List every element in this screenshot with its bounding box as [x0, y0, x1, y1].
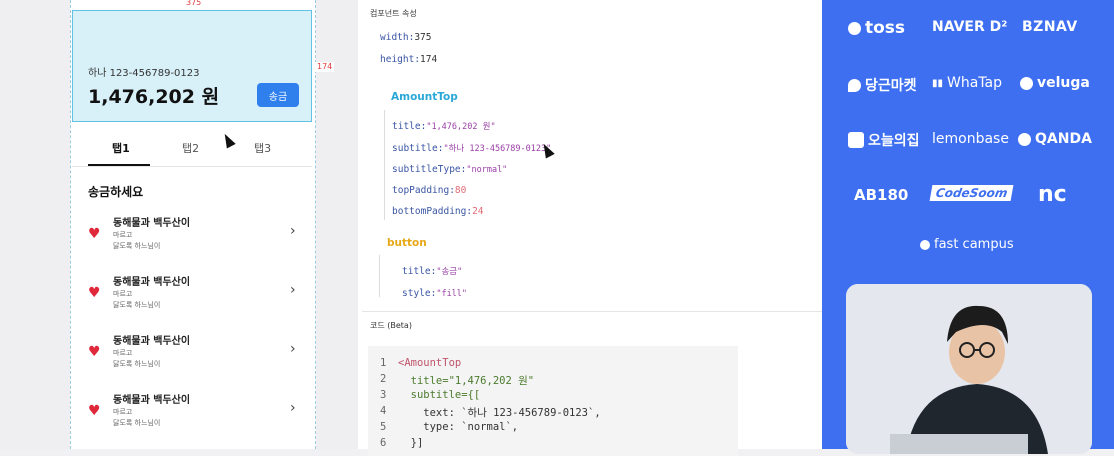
width-dimension-label: 375	[184, 0, 204, 8]
tab-2[interactable]: 탭2	[182, 140, 199, 156]
button-title-prop[interactable]: title:"송금"	[402, 259, 462, 278]
chevron-right-icon: ›	[290, 400, 296, 416]
width-prop[interactable]: width:375	[380, 32, 432, 43]
sponsor-logo-qanda: QANDA	[1018, 131, 1092, 147]
list-item[interactable]: ♥ 동해물과 백두산이 마르고 닳도록 하느님이 ›	[72, 214, 312, 266]
code-header: 코드 (Beta)	[370, 321, 412, 330]
divider	[362, 311, 822, 312]
chevron-right-icon: ›	[290, 223, 296, 239]
list-item-title: 동해물과 백두산이	[113, 395, 191, 406]
sponsor-logo-toss: toss	[848, 18, 905, 38]
properties-header: 컴포넌트 속성	[370, 9, 417, 18]
list-item-line1: 마르고	[113, 408, 133, 416]
presenter-image	[846, 284, 1092, 454]
list-item-line2: 닳도록 하느님이	[113, 301, 161, 309]
bars-icon: ▮▮	[932, 77, 944, 89]
list-item-line2: 닳도록 하느님이	[113, 419, 161, 427]
list-item-line1: 마르고	[113, 290, 133, 298]
chevron-right-icon: ›	[290, 282, 296, 298]
carrot-icon	[848, 78, 861, 92]
list-item-line1: 마르고	[113, 231, 133, 239]
presenter-webcam	[846, 284, 1092, 454]
list-item[interactable]: ♥ 동해물과 백두산이 마르고 닳도록 하느님이 ›	[72, 273, 312, 325]
heart-icon: ♥	[88, 344, 101, 360]
height-dimension-label: 174	[315, 62, 335, 72]
sponsor-logo-codesoom: CodeSoom	[929, 185, 1014, 201]
list-item-title: 동해물과 백두산이	[113, 218, 191, 229]
tab-1[interactable]: 탭1	[112, 140, 130, 156]
list-item-line2: 닳도록 하느님이	[113, 360, 161, 368]
tree-guide	[384, 110, 385, 220]
bottom-padding-prop[interactable]: bottomPadding:24	[392, 199, 484, 218]
sponsor-logo-whatap: ▮▮ WhaTap	[932, 75, 1003, 91]
title-prop[interactable]: title:"1,476,202 원"	[392, 114, 496, 133]
tab-3[interactable]: 탭3	[254, 140, 271, 156]
height-prop[interactable]: height:174	[380, 54, 437, 65]
list-item-title: 동해물과 백두산이	[113, 277, 191, 288]
sponsor-logo-veluga: veluga	[1020, 75, 1090, 91]
tree-guide	[379, 255, 380, 297]
code-block[interactable]: 1 <AmountTop 2 title="1,476,202 원" 3 sub…	[368, 346, 738, 456]
tab-bar: 탭1 탭2 탭3	[72, 132, 312, 167]
house-icon	[848, 132, 864, 148]
component-name: AmountTop	[391, 91, 458, 103]
toss-icon	[848, 21, 861, 35]
sponsor-logo-daangn: 당근마켓	[848, 75, 917, 95]
list-item-line2: 닳도록 하느님이	[113, 242, 161, 250]
sponsor-logo-lemonbase: lemonbase	[932, 131, 1009, 147]
list-item[interactable]: ♥ 동해물과 백두산이 마르고 닳도록 하느님이 ›	[72, 332, 312, 384]
sponsor-logo-bznav: BZNAV	[1022, 19, 1078, 35]
amount-title: 1,476,202 원	[88, 86, 220, 108]
section-title: 송금하세요	[88, 185, 144, 199]
list-item[interactable]: ♥ 동해물과 백두산이 마르고 닳도록 하느님이 ›	[72, 391, 312, 443]
button-section-label: button	[387, 237, 427, 249]
list-item-line1: 마르고	[113, 349, 133, 357]
subtitle-type-prop[interactable]: subtitleType:"normal"	[392, 157, 507, 176]
heart-icon: ♥	[88, 285, 101, 301]
sponsor-logo-fastcampus: fast campus	[920, 237, 1014, 252]
top-padding-prop[interactable]: topPadding:80	[392, 178, 466, 197]
subtitle-prop[interactable]: subtitle:"하나 123-456789-0123"	[392, 136, 551, 155]
list-item-title: 동해물과 백두산이	[113, 336, 191, 347]
chevron-right-icon: ›	[290, 341, 296, 357]
sponsor-logo-ab180: AB180	[854, 186, 909, 204]
send-button[interactable]: 송금	[257, 83, 299, 107]
heart-icon: ♥	[88, 226, 101, 242]
veluga-icon	[1020, 76, 1033, 90]
heart-icon: ♥	[88, 403, 101, 419]
sponsor-logo-naver: NAVER D²	[932, 19, 1008, 35]
sponsor-logo-nc: nc	[1038, 182, 1067, 207]
qanda-icon	[1018, 132, 1031, 146]
fastcampus-icon	[920, 239, 930, 250]
active-tab-indicator	[88, 164, 150, 166]
button-style-prop[interactable]: style:"fill"	[402, 281, 467, 300]
sponsor-logo-ohouse: 오늘의집	[848, 130, 920, 150]
amount-subtitle: 하나 123-456789-0123	[88, 68, 200, 79]
